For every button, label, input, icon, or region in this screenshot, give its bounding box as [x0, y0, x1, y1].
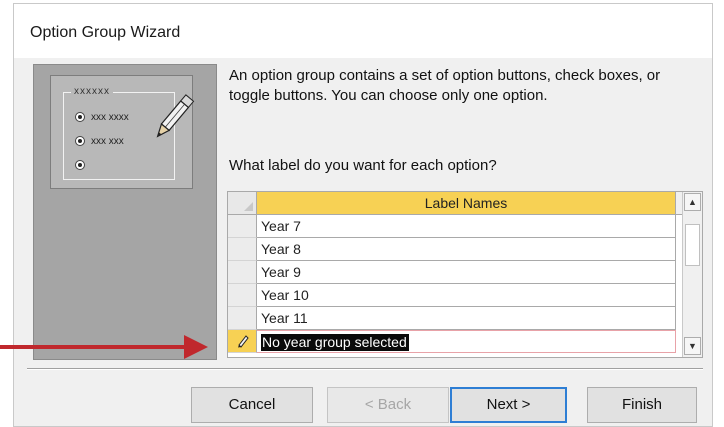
pencil-icon: [156, 94, 195, 138]
scroll-thumb[interactable]: [685, 224, 700, 266]
sample-option-3: [75, 160, 91, 171]
column-header-label-names[interactable]: Label Names: [257, 192, 676, 214]
row-selector[interactable]: [228, 238, 257, 261]
wizard-description: An option group contains a set of option…: [229, 67, 661, 104]
sample-legend: xxxxxx: [71, 86, 113, 97]
row-selector[interactable]: [228, 261, 257, 284]
grid-header: Label Names: [228, 192, 683, 215]
radio-icon: [75, 112, 85, 123]
label-cell[interactable]: Year 10: [257, 284, 676, 307]
table-row[interactable]: Year 11: [228, 307, 683, 330]
scroll-down-button[interactable]: ▼: [684, 337, 701, 355]
table-row[interactable]: Year 8: [228, 238, 683, 261]
option-group-sample: xxxxxx xxx xxxx xxx xxx: [50, 75, 195, 189]
back-button[interactable]: < Back: [327, 387, 449, 423]
editing-text-selected[interactable]: No year group selected: [261, 334, 409, 351]
label-cell-editing[interactable]: No year group selected: [257, 330, 676, 353]
title-bar: Option Group Wizard: [14, 4, 712, 58]
dialog-title: Option Group Wizard: [30, 24, 181, 41]
edit-pencil-icon: [238, 335, 249, 348]
radio-icon: [75, 136, 85, 147]
sample-option-2: xxx xxx: [75, 136, 124, 147]
radio-icon: [75, 160, 85, 171]
row-selector[interactable]: [228, 215, 257, 238]
table-row[interactable]: Year 10: [228, 284, 683, 307]
button-divider: [27, 368, 703, 370]
wizard-illustration: xxxxxx xxx xxxx xxx xxx: [33, 64, 217, 360]
wizard-question: What label do you want for each option?: [229, 157, 497, 174]
label-names-grid[interactable]: Label Names Year 7 Year 8 Year 9 Year 10…: [227, 191, 703, 358]
table-row[interactable]: Year 9: [228, 261, 683, 284]
annotation-arrow-icon: [0, 335, 208, 359]
cancel-button[interactable]: Cancel: [191, 387, 313, 423]
scroll-up-button[interactable]: ▲: [684, 193, 701, 211]
row-selector-editing[interactable]: [228, 330, 257, 353]
label-cell[interactable]: Year 7: [257, 215, 676, 238]
table-row[interactable]: Year 7: [228, 215, 683, 238]
label-cell[interactable]: Year 9: [257, 261, 676, 284]
select-all-corner[interactable]: [228, 192, 257, 214]
label-cell[interactable]: Year 11: [257, 307, 676, 330]
finish-button[interactable]: Finish: [587, 387, 697, 423]
sample-option-1: xxx xxxx: [75, 112, 129, 123]
row-selector[interactable]: [228, 307, 257, 330]
label-cell[interactable]: Year 8: [257, 238, 676, 261]
next-button[interactable]: Next >: [450, 387, 567, 423]
editing-row[interactable]: No year group selected: [228, 330, 683, 353]
grid-vertical-scrollbar[interactable]: ▲ ▼: [682, 192, 702, 357]
row-selector[interactable]: [228, 284, 257, 307]
